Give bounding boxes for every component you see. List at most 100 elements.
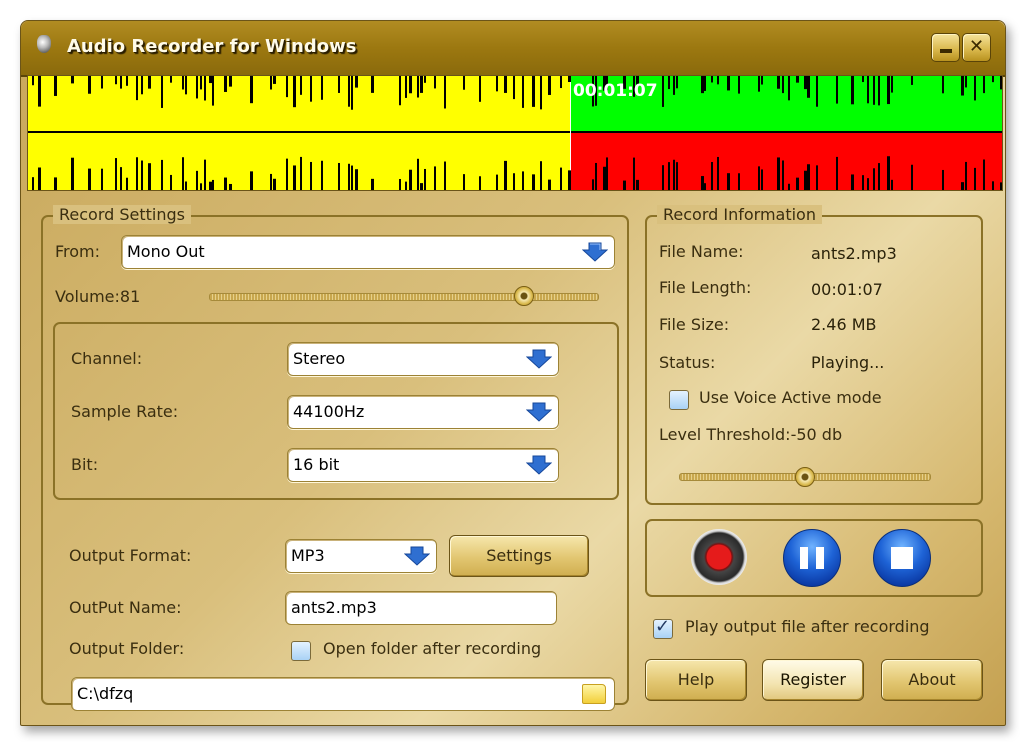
waveform-spike (126, 177, 128, 190)
title-bar[interactable]: Audio Recorder for Windows ✕ (21, 21, 1005, 77)
waveform-spike (965, 76, 967, 88)
close-button[interactable]: ✕ (962, 33, 991, 62)
play-after-checkbox[interactable]: ✓ (653, 616, 673, 639)
open-folder-label: Open folder after recording (323, 639, 542, 658)
output-format-value: MP3 (291, 546, 325, 565)
volume-slider-thumb[interactable] (514, 286, 535, 306)
waveform-spike (911, 164, 913, 190)
voice-active-checkbox[interactable] (669, 390, 689, 410)
output-name-input[interactable]: ants2.mp3 (285, 591, 557, 625)
output-format-label: Output Format: (69, 546, 192, 565)
waveform-spike (1000, 182, 1002, 190)
file-name-value: ants2.mp3 (811, 244, 897, 263)
about-button[interactable]: About (881, 659, 983, 701)
waveform-spike (851, 174, 854, 190)
waveform-spike (444, 76, 446, 109)
bit-value: 16 bit (293, 455, 340, 474)
pause-button[interactable] (783, 529, 841, 587)
threshold-slider-thumb[interactable] (795, 467, 815, 487)
waveform-spike (738, 76, 740, 94)
waveform-spike (983, 76, 985, 94)
waveform-spike (310, 161, 312, 190)
waveform-spike (405, 76, 407, 98)
waveform-spike (807, 76, 810, 98)
waveform-spike (603, 166, 606, 190)
bit-select[interactable]: 16 bit (287, 448, 559, 482)
waveform-spike (409, 76, 412, 94)
waveform-spike (758, 76, 760, 92)
waveform-spike (983, 159, 985, 190)
help-button[interactable]: Help (645, 659, 747, 701)
register-button[interactable]: Register (762, 659, 864, 701)
waveform-spike (662, 76, 664, 107)
waveform-spike (788, 76, 790, 101)
close-icon: ✕ (968, 36, 985, 57)
folder-icon[interactable] (582, 684, 606, 704)
waveform-spike (355, 76, 358, 88)
waveform-spike (204, 159, 206, 190)
waveform-spike (399, 76, 401, 106)
waveform-spike (782, 76, 784, 94)
transport-group (645, 519, 983, 597)
waveform-spike (293, 76, 296, 108)
channel-select[interactable]: Stereo (287, 342, 559, 376)
waveform-spike (540, 161, 542, 190)
waveform-spike (229, 183, 232, 190)
waveform-spike (965, 161, 967, 190)
waveform-spike (974, 167, 976, 190)
waveform-right-channel (571, 133, 1002, 190)
waveform-spike (862, 175, 864, 190)
file-length-value: 00:01:07 (811, 280, 883, 299)
waveform-spike (522, 171, 524, 190)
waveform-spike (161, 76, 163, 108)
channel-value: Stereo (293, 349, 346, 368)
waveform-spike (196, 170, 198, 190)
sample-rate-select[interactable]: 44100Hz (287, 395, 559, 429)
waveform-spike (668, 76, 670, 90)
waveform-spike (224, 76, 227, 92)
waveform-spike (479, 76, 481, 102)
stop-button[interactable] (873, 529, 931, 587)
waveform-spike (796, 76, 799, 83)
waveform-spike (38, 76, 41, 107)
output-format-select[interactable]: MP3 (285, 539, 437, 573)
open-folder-checkbox[interactable] (291, 641, 311, 661)
waveform-spike (479, 176, 481, 190)
waveform-spike (148, 76, 151, 89)
waveform-spike (777, 76, 780, 89)
waveform-spike (887, 76, 890, 105)
waveform-spike (867, 76, 869, 104)
waveform-spike (496, 174, 498, 190)
waveform-spike (417, 158, 419, 190)
record-button[interactable] (691, 529, 747, 585)
waveform-spike (420, 183, 423, 190)
waveform-spike (711, 76, 713, 83)
waveform-spike (568, 76, 571, 83)
waveform-spike (115, 158, 117, 190)
waveform-spike (196, 76, 198, 99)
minimize-button[interactable] (931, 33, 960, 62)
waveform-spike (548, 76, 551, 95)
waveform-spike (761, 169, 763, 190)
waveform-spike (851, 76, 854, 105)
waveform-spike (717, 156, 719, 190)
folder-path-input[interactable]: C:\dfzq (71, 677, 615, 711)
volume-slider-track[interactable] (209, 293, 599, 301)
volume-label: Volume:81 (55, 287, 141, 306)
waveform-spike (633, 157, 635, 190)
waveform-spike (540, 76, 542, 110)
waveform-spike (704, 76, 706, 91)
waveform-spike (417, 76, 419, 98)
channel-label: Channel: (71, 349, 143, 368)
waveform-spike (434, 76, 436, 89)
from-select[interactable]: Mono Out (121, 235, 615, 269)
waveform-spike (300, 76, 302, 95)
waveform-spike (209, 76, 212, 84)
waveform-spike (887, 156, 890, 190)
waveform-spike (310, 76, 312, 102)
waveform-played-left (28, 76, 570, 131)
waveform-spike (424, 76, 426, 83)
settings-button[interactable]: Settings (449, 535, 589, 577)
waveform-spike (286, 76, 288, 98)
waveform-display[interactable]: 00:01:07 (27, 75, 1003, 191)
